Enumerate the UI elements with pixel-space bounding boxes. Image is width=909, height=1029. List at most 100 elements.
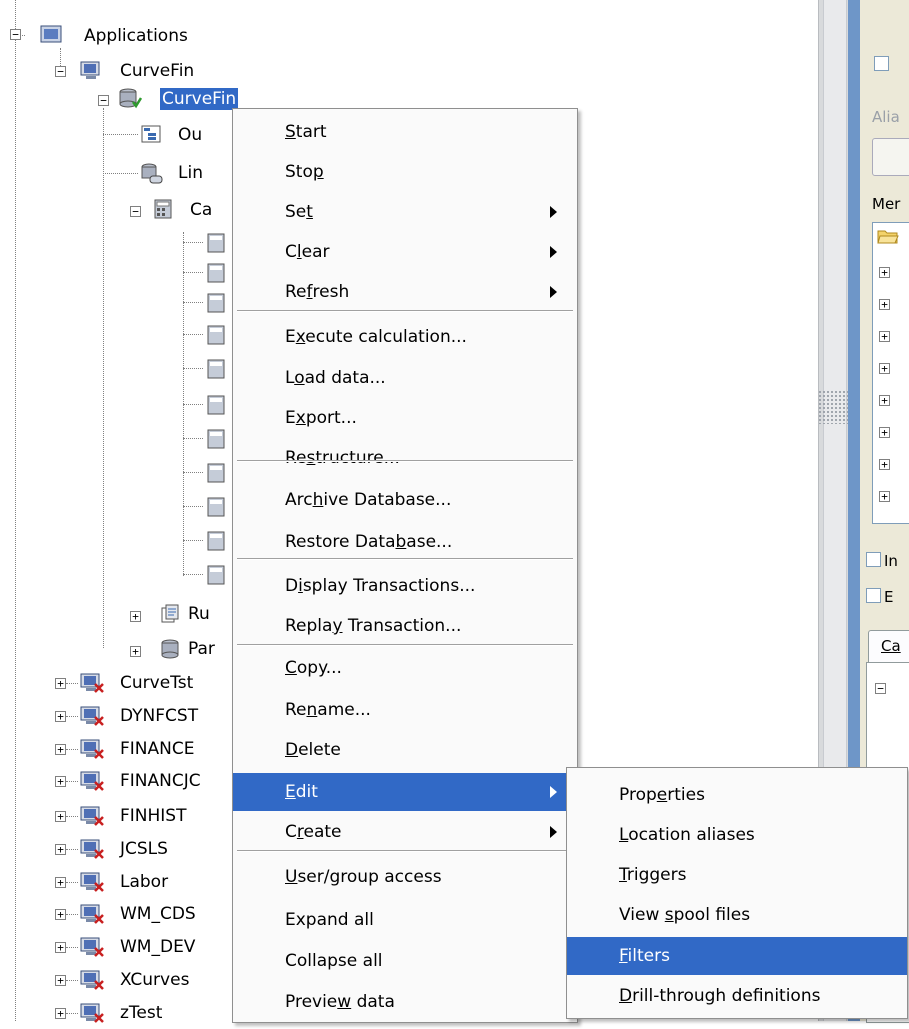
submenu-item-location-aliases[interactable]: Location aliases <box>567 816 907 854</box>
tree-node-curvefin-database[interactable]: CurveFin <box>160 88 239 110</box>
menu-item-archive-database[interactable]: Archive Database... <box>233 481 577 519</box>
menu-item-execute-calculation[interactable]: Execute calculation... <box>233 318 577 356</box>
menu-item-label: Rename... <box>285 700 371 720</box>
expand-toggle[interactable]: + <box>879 395 890 406</box>
menu-item-refresh[interactable]: Refresh <box>233 273 577 311</box>
menu-item-stop[interactable]: Stop <box>233 153 577 191</box>
expand-toggle[interactable]: + <box>55 877 66 888</box>
menu-item-label: Triggers <box>619 865 687 885</box>
expand-toggle[interactable]: + <box>879 331 890 342</box>
calc-script-icon <box>205 325 227 345</box>
stopped-application-icon <box>80 738 104 759</box>
expand-toggle[interactable]: + <box>879 459 890 470</box>
panel-checkbox[interactable] <box>874 56 889 71</box>
application-icon <box>80 60 102 80</box>
expand-toggle[interactable]: + <box>879 491 890 502</box>
tree-node-application[interactable]: CurveTst <box>118 672 195 694</box>
panel-checkbox[interactable] <box>866 588 881 603</box>
expand-toggle[interactable]: + <box>55 678 66 689</box>
tree-line <box>66 914 78 915</box>
stopped-application-icon <box>80 1002 104 1023</box>
menu-item-label: User/group access <box>285 867 442 887</box>
menu-item-label: View spool files <box>619 905 751 925</box>
expand-toggle[interactable]: + <box>879 363 890 374</box>
submenu-item-triggers[interactable]: Triggers <box>567 856 907 894</box>
submenu-item-drill-through-definitions[interactable]: Drill-through definitions <box>567 977 907 1015</box>
panel-checkbox[interactable] <box>866 552 881 567</box>
expand-toggle[interactable]: + <box>55 711 66 722</box>
expand-toggle[interactable]: + <box>130 611 141 622</box>
expand-toggle[interactable]: + <box>130 646 141 657</box>
collapse-toggle[interactable]: − <box>875 683 886 694</box>
menu-item-collapse-all[interactable]: Collapse all <box>233 942 577 980</box>
menu-item-label: Create <box>285 822 342 842</box>
calc-script-icon <box>205 233 227 253</box>
tree-node-linked[interactable]: Lin <box>176 162 205 184</box>
stopped-application-icon <box>80 969 104 990</box>
tree-node-calc-scripts[interactable]: Ca <box>188 199 214 221</box>
submenu-arrow-icon <box>550 786 557 798</box>
menu-item-preview-data[interactable]: Preview data <box>233 983 577 1021</box>
tree-node-rules[interactable]: Ru <box>186 603 212 625</box>
menu-item-export[interactable]: Export... <box>233 399 577 437</box>
menu-item-expand-all[interactable]: Expand all <box>233 901 577 939</box>
menu-item-user-group-access[interactable]: User/group access <box>233 858 577 896</box>
expand-toggle[interactable]: + <box>55 844 66 855</box>
menu-item-delete[interactable]: Delete <box>233 731 577 769</box>
menu-item-start[interactable]: Start <box>233 113 577 151</box>
tree-node-application[interactable]: XCurves <box>118 969 191 991</box>
expand-toggle[interactable]: + <box>55 909 66 920</box>
collapse-toggle[interactable]: − <box>130 206 141 217</box>
collapse-toggle[interactable]: − <box>10 29 21 40</box>
tree-node-application[interactable]: FINANCE <box>118 738 196 760</box>
expand-toggle[interactable]: + <box>879 427 890 438</box>
tree-node-application[interactable]: WM_CDS <box>118 903 198 925</box>
expand-toggle[interactable]: + <box>55 776 66 787</box>
menu-item-edit[interactable]: Edit <box>233 773 577 811</box>
tree-line <box>183 574 203 575</box>
menu-item-replay-transaction[interactable]: Replay Transaction... <box>233 607 577 645</box>
members-tree[interactable]: + + + + + + + + <box>872 222 909 524</box>
menu-item-restore-database[interactable]: Restore Database... <box>233 523 577 561</box>
menu-item-label: Drill-through definitions <box>619 986 821 1006</box>
menu-item-restructure[interactable]: Restructure... <box>233 439 577 477</box>
expand-toggle[interactable]: + <box>55 942 66 953</box>
tree-node-application[interactable]: FINANCJC <box>118 770 203 792</box>
menu-item-rename[interactable]: Rename... <box>233 691 577 729</box>
expand-toggle[interactable]: + <box>879 299 890 310</box>
menu-item-load-data[interactable]: Load data... <box>233 359 577 397</box>
calc-script-icon <box>205 263 227 283</box>
menu-item-clear[interactable]: Clear <box>233 233 577 271</box>
tree-line <box>183 540 203 541</box>
tree-node-curvefin-app[interactable]: CurveFin <box>118 60 196 82</box>
tree-node-applications[interactable]: Applications <box>82 25 190 47</box>
expand-toggle[interactable]: + <box>55 1008 66 1019</box>
tree-node-application[interactable]: WM_DEV <box>118 936 197 958</box>
splitter-grip[interactable] <box>818 390 848 424</box>
menu-item-display-transactions[interactable]: Display Transactions... <box>233 567 577 605</box>
collapse-toggle[interactable]: − <box>98 95 109 106</box>
menu-item-label: Replay Transaction... <box>285 616 462 636</box>
expand-toggle[interactable]: + <box>879 267 890 278</box>
tree-node-application[interactable]: DYNFCST <box>118 705 200 727</box>
tab-calc[interactable]: Ca <box>868 630 909 663</box>
tree-node-application[interactable]: FINHIST <box>118 805 188 827</box>
menu-item-set[interactable]: Set <box>233 193 577 231</box>
tree-node-application[interactable]: JCSLS <box>118 838 170 860</box>
expand-toggle[interactable]: + <box>55 744 66 755</box>
submenu-item-view-spool-files[interactable]: View spool files <box>567 896 907 934</box>
tree-line <box>183 438 203 439</box>
submenu-item-properties[interactable]: Properties <box>567 776 907 814</box>
alias-combo[interactable] <box>872 138 909 176</box>
expand-toggle[interactable]: + <box>55 975 66 986</box>
collapse-toggle[interactable]: − <box>55 66 66 77</box>
menu-item-create[interactable]: Create <box>233 813 577 851</box>
tree-line <box>183 368 203 369</box>
tree-node-outline[interactable]: Ou <box>176 124 204 146</box>
menu-item-copy[interactable]: Copy... <box>233 649 577 687</box>
tree-node-application[interactable]: Labor <box>118 871 170 893</box>
expand-toggle[interactable]: + <box>55 811 66 822</box>
tree-line <box>15 0 16 1021</box>
tree-node-partitions[interactable]: Par <box>186 638 217 660</box>
submenu-item-filters[interactable]: Filters <box>567 937 907 975</box>
